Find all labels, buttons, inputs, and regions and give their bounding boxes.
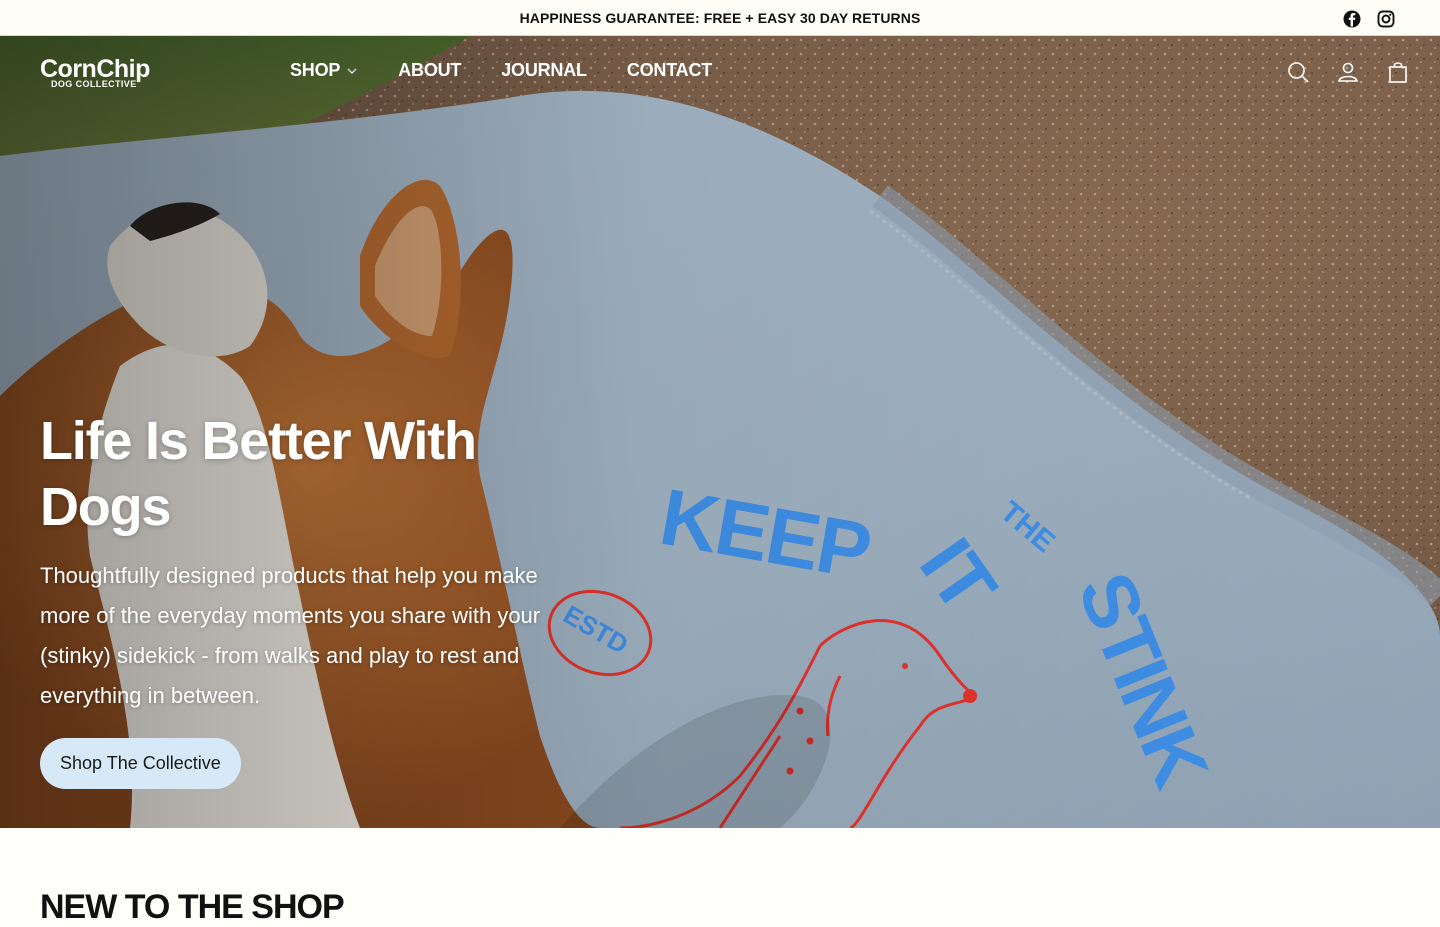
search-icon[interactable] [1286, 60, 1310, 84]
nav-item-journal[interactable]: JOURNAL [501, 60, 587, 81]
shop-the-collective-button[interactable]: Shop The Collective [40, 738, 241, 789]
hero-title: Life Is Better With Dogs [40, 411, 477, 537]
cart-icon[interactable] [1386, 60, 1410, 84]
nav-item-shop[interactable]: SHOP [290, 60, 358, 81]
facebook-icon[interactable] [1342, 9, 1362, 29]
social-links [1342, 9, 1396, 29]
nav-item-about[interactable]: ABOUT [398, 60, 461, 81]
logo[interactable]: CornChip DOG COLLECTIVE [40, 56, 150, 89]
instagram-icon[interactable] [1376, 9, 1396, 29]
announcement-text: HAPPINESS GUARANTEE: FREE + EASY 30 DAY … [519, 9, 921, 26]
nav-item-label: SHOP [290, 60, 341, 80]
header-icons [1286, 60, 1410, 84]
section-heading: NEW TO THE SHOP [40, 888, 345, 926]
site-header: CornChip DOG COLLECTIVE SHOP ABOUT JOURN… [0, 36, 1440, 108]
logo-tagline: DOG COLLECTIVE [51, 79, 137, 89]
chevron-down-icon [347, 68, 357, 74]
main-nav: SHOP ABOUT JOURNAL CONTACT [290, 60, 752, 81]
account-icon[interactable] [1336, 60, 1360, 84]
announcement-bar: HAPPINESS GUARANTEE: FREE + EASY 30 DAY … [0, 0, 1440, 36]
nav-item-contact[interactable]: CONTACT [627, 60, 712, 81]
hero-subtitle: Thoughtfully designed products that help… [40, 563, 541, 708]
hero-banner: KEEP IT STINK THE ESTD Life Is [0, 36, 1440, 828]
hero-content: Life Is Better With Dogs Thoughtfully de… [40, 408, 560, 789]
